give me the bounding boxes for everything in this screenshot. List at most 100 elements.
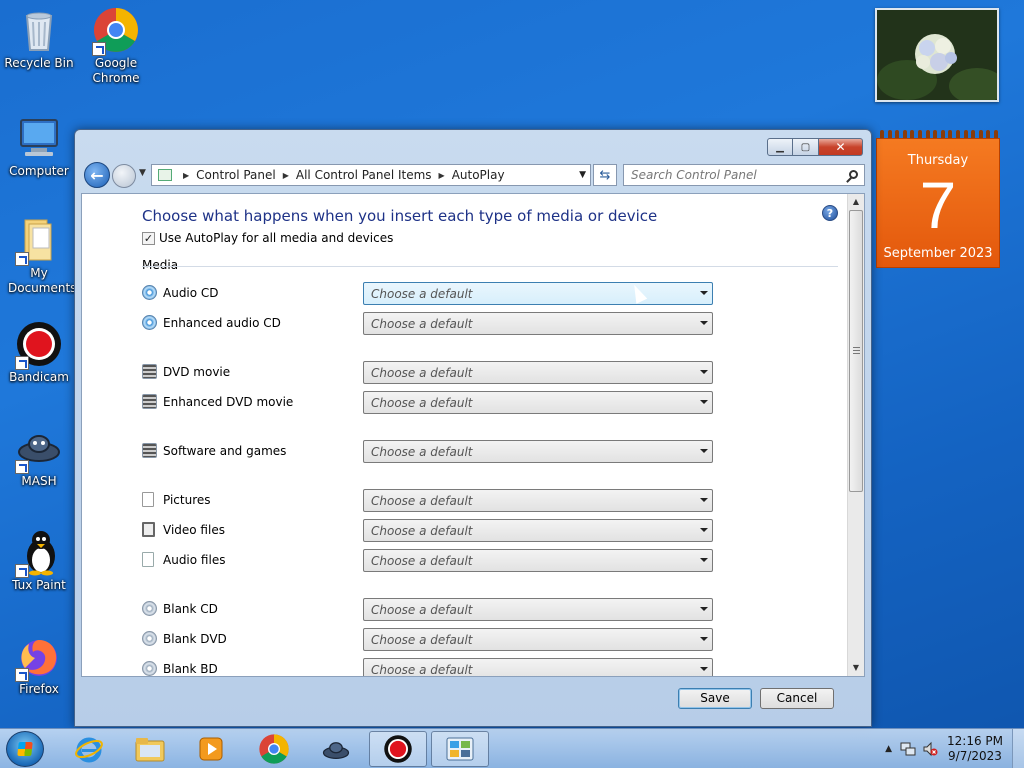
software-games-dropdown[interactable]: Choose a default (363, 440, 713, 463)
dvd-movie-dropdown[interactable]: Choose a default (363, 361, 713, 384)
use-autoplay-label: Use AutoPlay for all media and devices (159, 231, 394, 245)
breadcrumb-autoplay[interactable]: AutoPlay (452, 168, 505, 182)
video-files-dropdown[interactable]: Choose a default (363, 519, 713, 542)
shortcut-arrow-icon (92, 42, 106, 56)
taskbar-file-explorer[interactable] (121, 731, 179, 767)
slideshow-gadget[interactable] (875, 8, 999, 102)
show-desktop-button[interactable] (1012, 729, 1024, 768)
media-row-blank-cd: Blank CD Choose a default (142, 598, 716, 622)
clock-date: 9/7/2023 (948, 749, 1002, 763)
blank-dvd-icon (142, 631, 157, 646)
checkbox-checked-icon[interactable]: ✓ (142, 231, 155, 245)
google-chrome-desktop-icon[interactable]: Google Chrome (78, 6, 154, 86)
volume-muted-icon[interactable] (922, 741, 938, 757)
navigation-bar: ← ▼ ▶ Control Panel ▶ All Control Panel … (81, 161, 865, 189)
folder-icon (15, 216, 63, 266)
media-player-icon (199, 737, 223, 761)
dropdown-value: Choose a default (371, 524, 473, 538)
tux-paint-desktop-icon[interactable]: Tux Paint (1, 528, 77, 593)
taskbar: ▲ 12:16 PM 9/7/2023 (0, 728, 1024, 768)
clock-time: 12:16 PM (947, 734, 1003, 748)
taskbar-chrome[interactable] (245, 731, 303, 767)
media-label: Audio CD (163, 286, 219, 300)
media-label: Audio files (163, 553, 226, 567)
bandicam-desktop-icon[interactable]: Bandicam (1, 320, 77, 385)
enhanced-audio-cd-dropdown[interactable]: Choose a default (363, 312, 713, 335)
audio-cd-dropdown[interactable]: Choose a default (363, 282, 713, 305)
dropdown-value: Choose a default (371, 445, 473, 459)
taskbar-media-player[interactable] (182, 731, 240, 767)
media-row-audio-files: Audio files Choose a default (142, 549, 716, 573)
scroll-up-icon[interactable]: ▲ (848, 194, 864, 210)
enhanced-dvd-dropdown[interactable]: Choose a default (363, 391, 713, 414)
enhanced-audio-cd-icon (142, 315, 157, 330)
help-icon[interactable]: ? (822, 205, 838, 221)
section-divider (142, 266, 838, 267)
address-history-dropdown-icon[interactable]: ▼ (579, 170, 586, 180)
recycle-bin-desktop-icon[interactable]: Recycle Bin (1, 6, 77, 71)
chevron-down-icon (700, 637, 708, 641)
breadcrumb-chevron-icon[interactable]: ▶ (439, 171, 445, 180)
breadcrumb-chevron-icon[interactable]: ▶ (283, 171, 289, 180)
blank-dvd-dropdown[interactable]: Choose a default (363, 628, 713, 651)
breadcrumb-chevron-icon[interactable]: ▶ (183, 171, 189, 180)
computer-desktop-icon[interactable]: Computer (1, 114, 77, 179)
software-games-icon (142, 443, 157, 458)
search-input[interactable]: Search Control Panel (623, 164, 865, 186)
network-icon[interactable] (900, 741, 916, 757)
shortcut-arrow-icon (15, 252, 29, 266)
recent-pages-dropdown-icon[interactable]: ▼ (139, 168, 146, 178)
vertical-scrollbar[interactable]: ▲ ▼ (847, 194, 864, 676)
my-documents-desktop-icon[interactable]: My Documents (1, 216, 77, 296)
mash-icon (15, 424, 63, 474)
firefox-desktop-icon[interactable]: Firefox (1, 632, 77, 697)
video-files-icon (142, 522, 155, 537)
recycle-bin-label: Recycle Bin (4, 56, 74, 70)
back-button[interactable]: ← (84, 162, 110, 188)
breadcrumb-control-panel[interactable]: Control Panel (196, 168, 276, 182)
taskbar-bandicam[interactable] (369, 731, 427, 767)
blank-bd-dropdown[interactable]: Choose a default (363, 658, 713, 676)
media-label: Pictures (163, 493, 211, 507)
audio-cd-icon (142, 285, 157, 300)
close-button[interactable]: ✕ (819, 138, 863, 156)
chrome-icon (92, 6, 140, 56)
scrollbar-thumb[interactable] (849, 210, 863, 492)
pictures-dropdown[interactable]: Choose a default (363, 489, 713, 512)
media-row-blank-bd: Blank BD Choose a default (142, 658, 716, 676)
system-clock[interactable]: 12:16 PM 9/7/2023 (944, 734, 1006, 764)
start-button[interactable] (6, 731, 44, 767)
cancel-button[interactable]: Cancel (760, 688, 834, 709)
chevron-down-icon (700, 400, 708, 404)
calendar-month-year: September 2023 (883, 246, 993, 261)
blank-cd-dropdown[interactable]: Choose a default (363, 598, 713, 621)
scroll-down-icon[interactable]: ▼ (848, 660, 864, 676)
chevron-down-icon (700, 558, 708, 562)
breadcrumb-all-items[interactable]: All Control Panel Items (296, 168, 432, 182)
save-button[interactable]: Save (678, 688, 752, 709)
audio-files-dropdown[interactable]: Choose a default (363, 549, 713, 572)
chrome-icon (259, 734, 289, 764)
mash-icon (322, 742, 350, 759)
forward-button[interactable] (112, 164, 136, 188)
show-hidden-icons-icon[interactable]: ▲ (885, 744, 892, 754)
refresh-button[interactable]: ⇆ (593, 164, 617, 186)
search-icon[interactable] (849, 170, 858, 179)
use-autoplay-checkbox[interactable]: ✓ Use AutoPlay for all media and devices (142, 231, 393, 245)
calendar-gadget[interactable]: Thursday 7 September 2023 (876, 138, 1000, 268)
taskbar-mash[interactable] (307, 731, 365, 767)
google-chrome-label: Google Chrome (92, 56, 140, 85)
mash-desktop-icon[interactable]: MASH (1, 424, 77, 489)
dropdown-value: Choose a default (371, 366, 473, 380)
maximize-button[interactable]: ▢ (793, 138, 819, 156)
taskbar-control-panel[interactable] (431, 731, 489, 767)
taskbar-internet-explorer[interactable] (60, 731, 118, 767)
minimize-button[interactable]: ▁ (767, 138, 793, 156)
media-label: Blank DVD (163, 632, 227, 646)
minimize-icon: ▁ (776, 141, 784, 153)
control-panel-icon (158, 169, 172, 181)
blank-cd-icon (142, 601, 157, 616)
chevron-down-icon (700, 321, 708, 325)
address-bar[interactable]: ▶ Control Panel ▶ All Control Panel Item… (151, 164, 591, 186)
bandicam-label: Bandicam (9, 370, 69, 384)
